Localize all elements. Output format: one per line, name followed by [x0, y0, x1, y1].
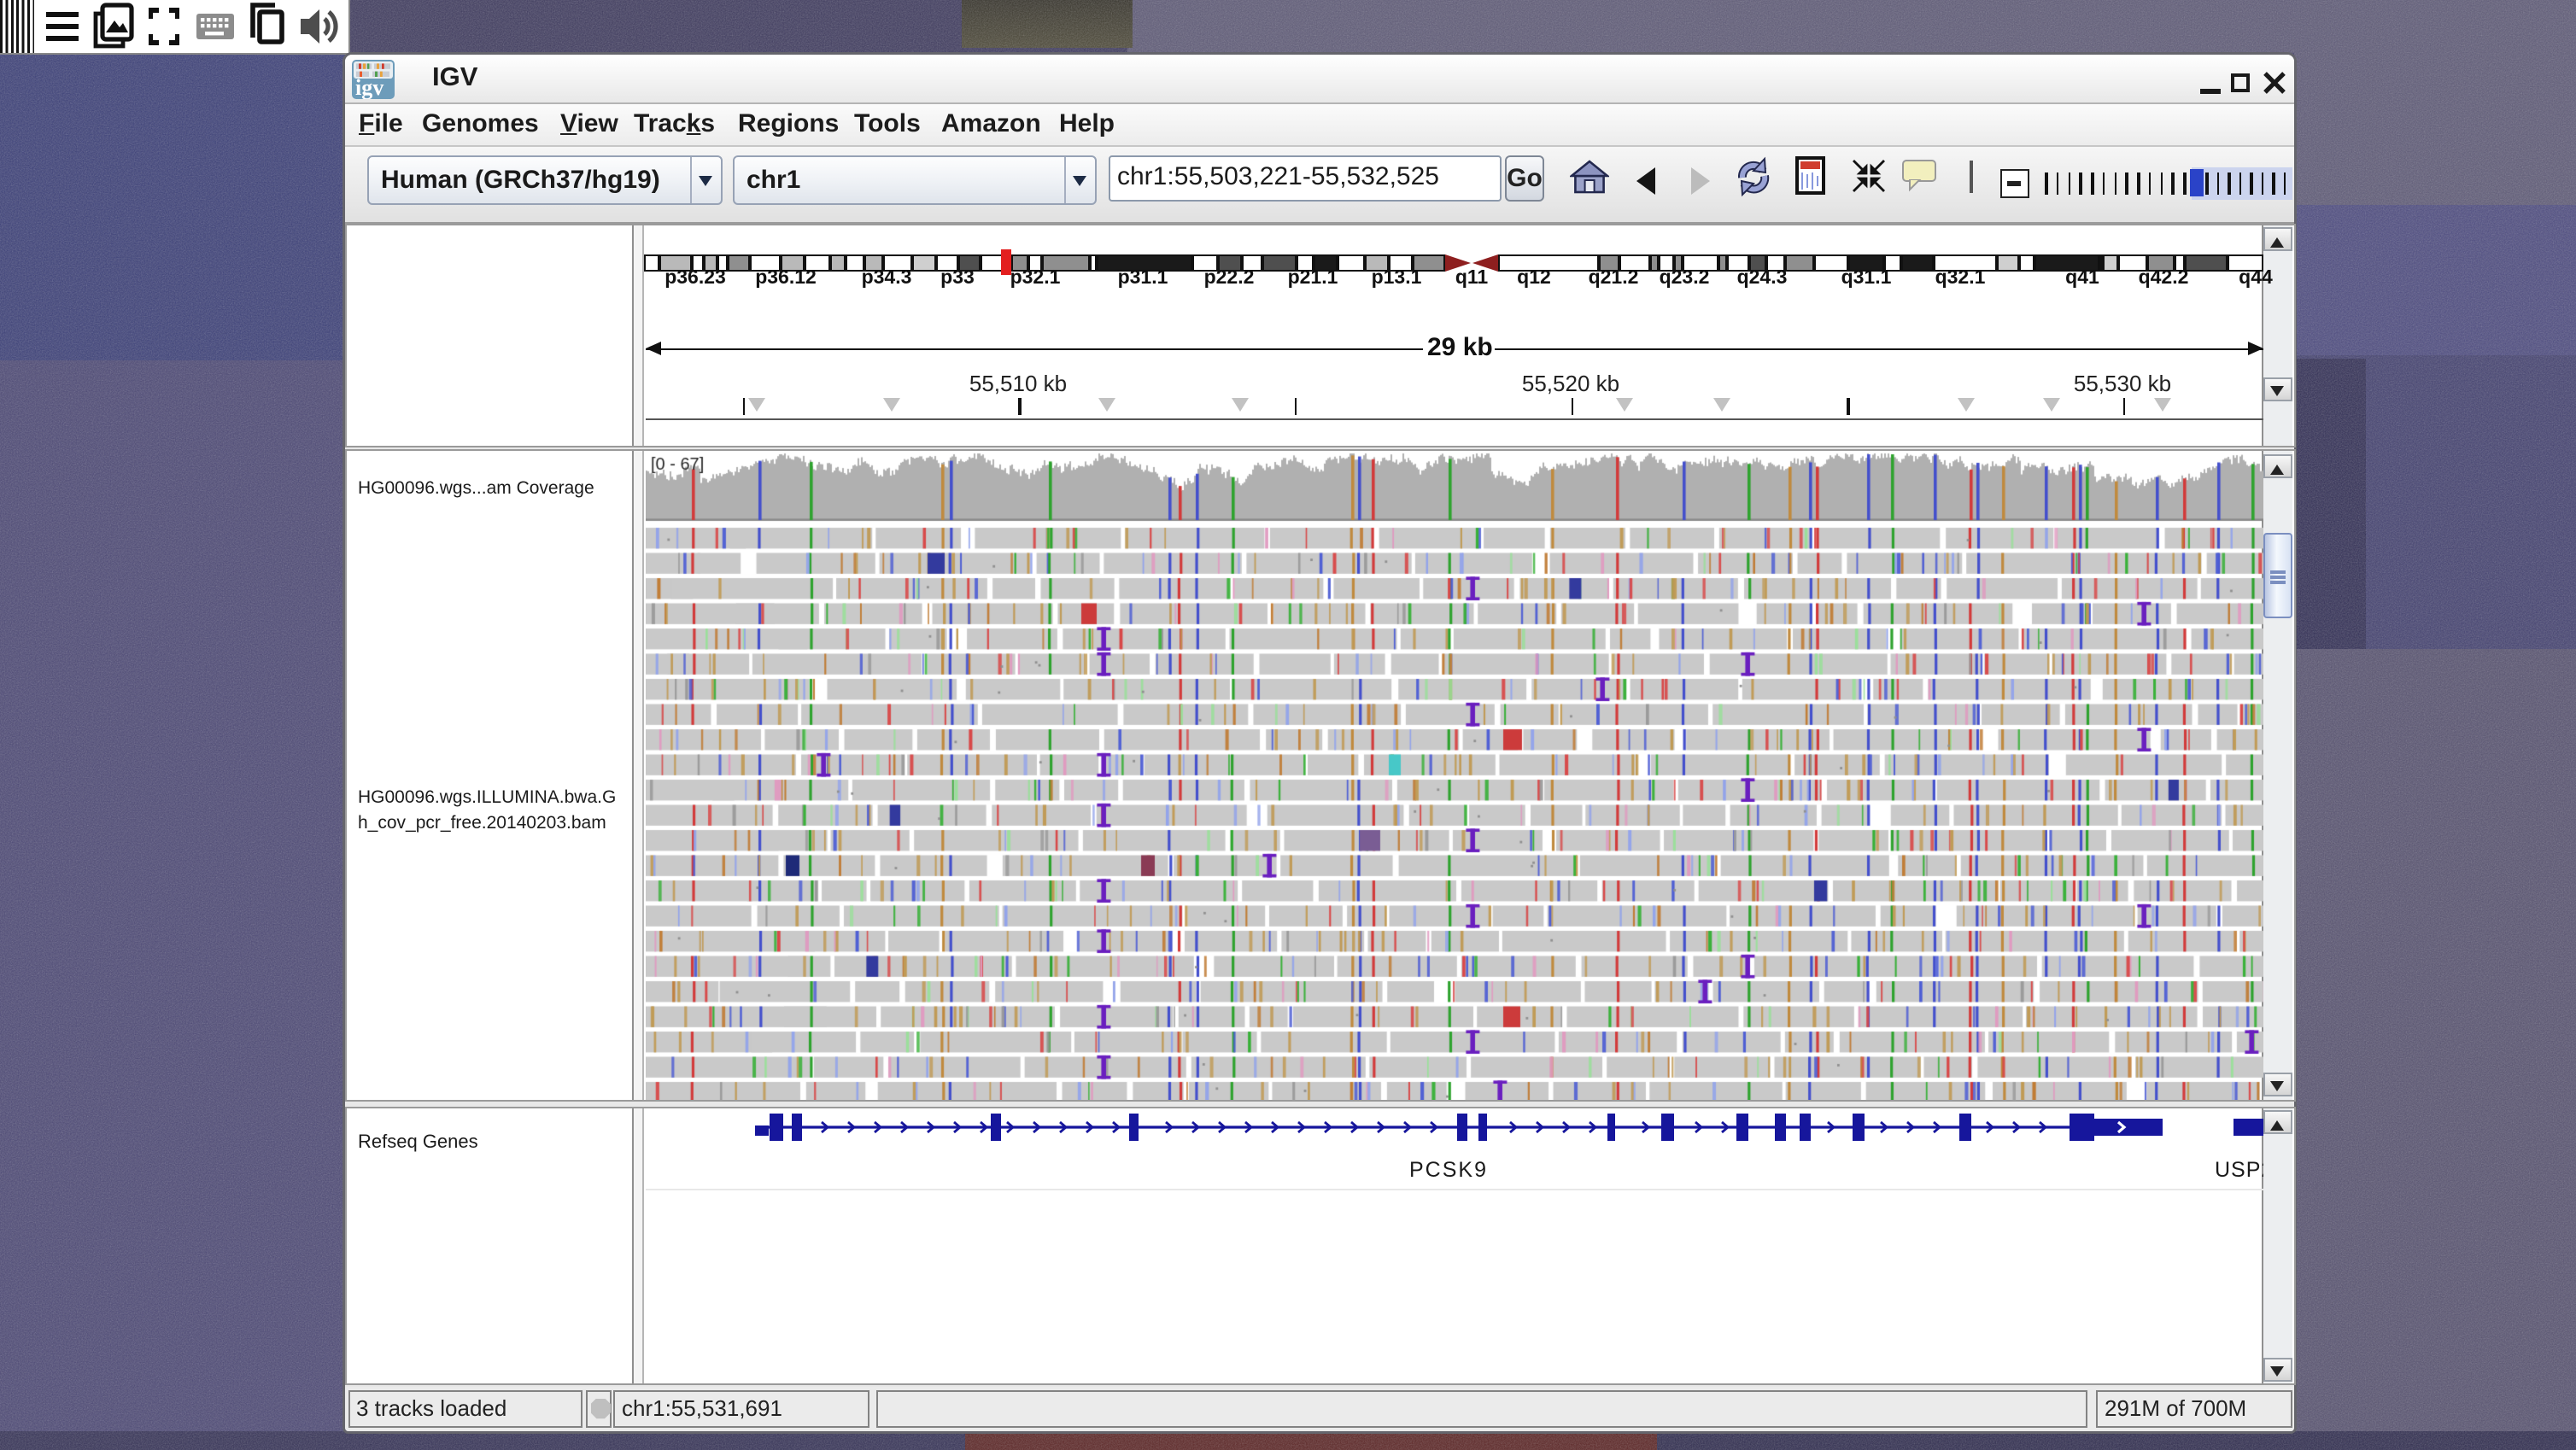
svg-text:igv: igv: [355, 75, 383, 99]
